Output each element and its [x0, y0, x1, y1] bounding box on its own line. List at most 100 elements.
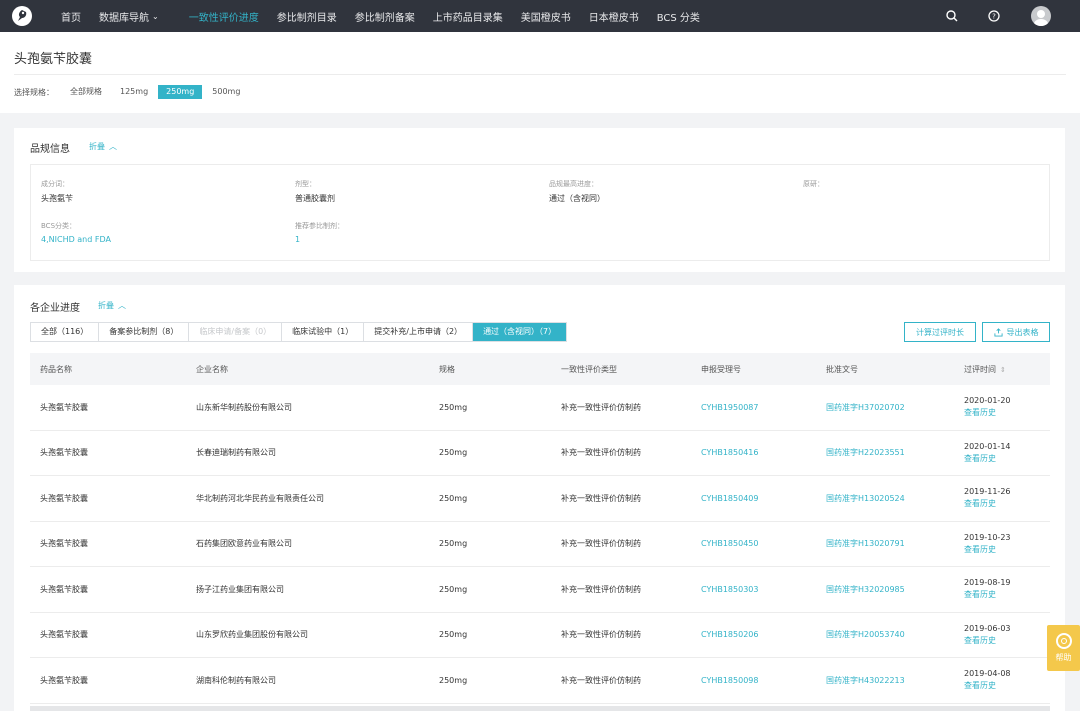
cell-text: 头孢氨苄胶囊: [40, 630, 88, 640]
nav-item-7[interactable]: 日本橙皮书: [580, 0, 648, 32]
cell-text: 250mg: [439, 584, 468, 594]
approval-no-link[interactable]: 国药准字H22023551: [826, 448, 905, 457]
approval-no-link[interactable]: 国药准字H20053740: [826, 630, 905, 639]
table-header: 药品名称 企业名称 规格 一致性评价类型 申报受理号 批准文号 过评时间 ⇕: [30, 353, 1050, 385]
spec-option[interactable]: 全部规格: [62, 85, 110, 99]
column-header: 申报受理号: [691, 364, 816, 375]
info-field-label: 推荐参比制剂：: [295, 222, 344, 230]
nav-item-label: 上市药品目录集: [432, 12, 503, 24]
accept-no-link[interactable]: CYHB1850206: [701, 630, 758, 639]
sort-icon[interactable]: ⇕: [1000, 366, 1006, 374]
review-date: 2019-04-08: [964, 669, 1011, 679]
search-icon[interactable]: [945, 9, 959, 23]
cell-accept_no: CYHB1850098: [691, 676, 816, 685]
status-tab[interactable]: 备案参比制剂（8）: [99, 323, 190, 341]
status-tab: 临床申请/备案（0）: [189, 323, 283, 341]
cell-accept_no: CYHB1850206: [691, 630, 816, 639]
accept-no-link[interactable]: CYHB1850416: [701, 448, 758, 457]
approval-no-link[interactable]: 国药准字H32020985: [826, 585, 905, 594]
spec-option[interactable]: 125mg: [112, 85, 156, 99]
column-header-label: 批准文号: [826, 364, 858, 374]
accept-no-link[interactable]: CYHB1850098: [701, 676, 758, 685]
cell-type: 补充一致性评价仿制药: [551, 493, 691, 504]
nav-item-1[interactable]: 数据库导航 ⌄: [90, 0, 168, 32]
review-date: 2019-10-23: [964, 532, 1011, 542]
cell-text: 补充一致性评价仿制药: [561, 402, 641, 412]
cell-accept_no: CYHB1850450: [691, 539, 816, 548]
user-avatar[interactable]: [1031, 6, 1051, 26]
help-button[interactable]: 帮助: [1047, 625, 1080, 671]
nav-item-0[interactable]: 首页: [52, 0, 90, 32]
cell-accept_no: CYHB1950087: [691, 403, 816, 412]
quality-info-collapse-link[interactable]: 折叠 ︿: [89, 141, 117, 152]
status-tab[interactable]: 通过（含视同）（7）: [473, 323, 567, 341]
help-circle-icon[interactable]: ?: [987, 9, 1001, 23]
info-field-value[interactable]: 1: [295, 235, 300, 244]
approval-no-link[interactable]: 国药准字H43022213: [826, 676, 905, 685]
info-field-value[interactable]: 4,NICHD and FDA: [41, 235, 111, 244]
view-history-link[interactable]: 查看历史: [964, 407, 1050, 418]
nav-item-label: 参比制剂目录: [276, 12, 337, 24]
table-body: 头孢氨苄胶囊 山东新华制药股份有限公司 250mg 补充一致性评价仿制药 CYHB195…: [30, 385, 1050, 704]
cell-text: 250mg: [439, 630, 468, 640]
status-tab[interactable]: 提交补充/上市申请（2）: [364, 323, 474, 341]
calc-duration-button[interactable]: 计算过评时长: [904, 322, 976, 342]
cell-date: 2020-01-20 查看历史: [954, 396, 1050, 418]
cell-type: 补充一致性评价仿制药: [551, 402, 691, 413]
approval-no-link[interactable]: 国药准字H37020702: [826, 403, 905, 412]
quality-info-box: 成分词： 头孢氨苄 剂型： 普通胶囊剂 品规最高进度： 通过（含视同） 原研： BCS分类： 4…: [30, 164, 1050, 261]
accept-no-link[interactable]: CYHB1850409: [701, 494, 758, 503]
nav-item-3[interactable]: 参比制剂目录: [268, 0, 346, 32]
cell-text: 头孢氨苄胶囊: [40, 402, 88, 412]
table-row: 头孢氨苄胶囊 长春迪瑞制药有限公司 250mg 补充一致性评价仿制药 CYHB18504…: [30, 431, 1050, 476]
nav-item-5[interactable]: 上市药品目录集: [424, 0, 512, 32]
nav-item-label: BCS 分类: [656, 12, 700, 24]
column-header-label: 企业名称: [196, 364, 228, 374]
accept-no-link[interactable]: CYHB1950087: [701, 403, 758, 412]
nav-item-2[interactable]: 一致性评价进度: [180, 0, 268, 32]
table-row: 头孢氨苄胶囊 湖南科伦制药有限公司 250mg 补充一致性评价仿制药 CYHB18500…: [30, 658, 1050, 704]
nav-item-6[interactable]: 美国橙皮书: [512, 0, 580, 32]
cell-date: 2019-11-26 查看历史: [954, 487, 1050, 509]
spec-option[interactable]: 250mg: [158, 85, 203, 99]
cell-drug: 头孢氨苄胶囊: [30, 675, 186, 686]
company-progress-card: 各企业进度 折叠 ︿ 全部（116） 备案参比制剂（8） 临床申请/备案（0） 临床试验…: [14, 285, 1065, 711]
approval-no-link[interactable]: 国药准字H13020791: [826, 539, 905, 548]
view-history-link[interactable]: 查看历史: [964, 453, 1050, 464]
view-history-link[interactable]: 查看历史: [964, 498, 1050, 509]
table-row: 头孢氨苄胶囊 石药集团欧意药业有限公司 250mg 补充一致性评价仿制药 CYHB185…: [30, 522, 1050, 567]
status-tab[interactable]: 全部（116）: [31, 323, 100, 341]
cell-text: 湖南科伦制药有限公司: [196, 675, 276, 685]
cell-date: 2019-10-23 查看历史: [954, 533, 1050, 555]
column-header[interactable]: 过评时间 ⇕: [954, 364, 1050, 375]
cell-drug: 头孢氨苄胶囊: [30, 584, 186, 595]
page-header: 头孢氨苄胶囊 选择规格： 全部规格 125mg 250mg 500mg: [0, 32, 1080, 113]
export-table-button[interactable]: 导出表格: [982, 322, 1050, 342]
top-navbar: 首页 数据库导航 ⌄ 一致性评价进度 参比制剂目录 参比制剂备案 上市药品目录集 美国橙皮书日…: [0, 0, 1080, 32]
approval-no-link[interactable]: 国药准字H13020524: [826, 494, 905, 503]
logo-icon[interactable]: [12, 6, 32, 26]
spec-label: 选择规格：: [14, 87, 54, 97]
cell-approval_no: 国药准字H32020985: [816, 584, 954, 595]
view-history-link[interactable]: 查看历史: [964, 589, 1050, 600]
column-header: 一致性评价类型: [551, 364, 691, 375]
view-history-link[interactable]: 查看历史: [964, 680, 1050, 691]
divider: [14, 74, 1066, 75]
accept-no-link[interactable]: CYHB1850450: [701, 539, 758, 548]
nav-item-4[interactable]: 参比制剂备案: [346, 0, 424, 32]
cell-type: 补充一致性评价仿制药: [551, 538, 691, 549]
info-field-label: BCS分类：: [41, 222, 77, 230]
horizontal-scrollbar[interactable]: [30, 706, 1050, 711]
chevron-down-icon: ⌄: [152, 11, 159, 21]
progress-collapse-link[interactable]: 折叠 ︿: [98, 300, 126, 311]
nav-item-8[interactable]: BCS 分类: [648, 0, 709, 32]
quality-info-card: 品规信息 折叠 ︿ 成分词： 头孢氨苄 剂型： 普通胶囊剂 品规最高进度： 通过（含视同） 原…: [14, 128, 1065, 272]
cell-text: 山东罗欣药业集团股份有限公司: [196, 630, 308, 640]
cell-text: 250mg: [439, 675, 468, 685]
page-title: 头孢氨苄胶囊: [14, 52, 93, 67]
view-history-link[interactable]: 查看历史: [964, 635, 1050, 646]
status-tab[interactable]: 临床试验中（1）: [282, 323, 365, 341]
accept-no-link[interactable]: CYHB1850303: [701, 585, 758, 594]
view-history-link[interactable]: 查看历史: [964, 544, 1050, 555]
spec-option[interactable]: 500mg: [204, 85, 248, 99]
